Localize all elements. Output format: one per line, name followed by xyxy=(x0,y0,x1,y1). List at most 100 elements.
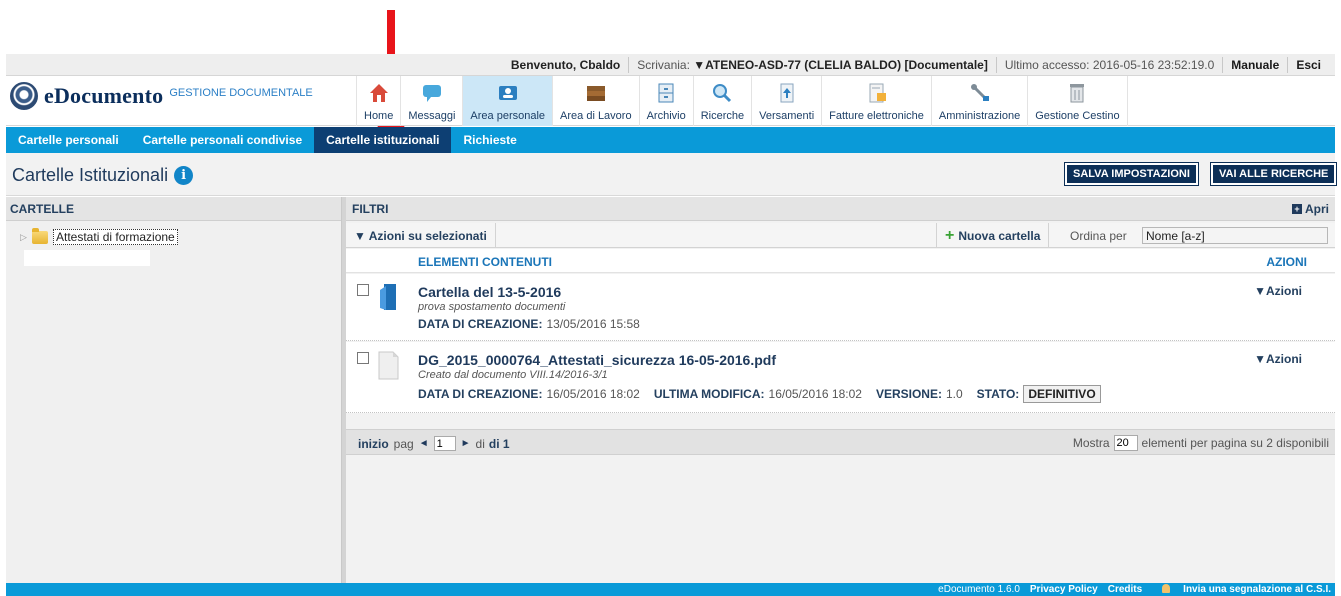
save-settings-button[interactable]: SALVA IMPOSTAZIONI xyxy=(1064,162,1199,186)
user-bar: Benvenuto, Cbaldo Scrivania: ▼ATENEO-ASD… xyxy=(6,54,1335,76)
pagination-controls: inizio pag ◄ ► di di 1 xyxy=(358,436,510,451)
desk-label: Scrivania: xyxy=(637,57,690,72)
invoice-icon xyxy=(869,83,886,103)
university-seal-icon xyxy=(10,82,38,110)
list-header: ELEMENTI CONTENUTI AZIONI xyxy=(346,249,1335,273)
item-meta: DATA DI CREAZIONE: 13/05/2016 15:58 xyxy=(418,317,654,331)
chat-bubble-icon xyxy=(422,85,441,102)
item-subtitle: Creato dal documento VIII.14/2016-3/1 xyxy=(418,369,608,381)
list-item: Cartella del 13-5-2016 prova spostamento… xyxy=(346,274,1335,341)
expand-triangle-icon[interactable]: ▷ xyxy=(20,232,32,243)
welcome-text: Benvenuto, Cbaldo xyxy=(510,57,621,72)
first-page-link[interactable]: inizio xyxy=(358,437,389,451)
module-ricerche[interactable]: Ricerche xyxy=(692,76,751,126)
item-actions-menu[interactable]: ▼Azioni xyxy=(1254,284,1302,298)
module-area-di-lavoro[interactable]: Area di Lavoro xyxy=(552,76,639,126)
app-header: eDocumento GESTIONE DOCUMENTALE Home Mes… xyxy=(6,76,1335,126)
per-page-text: elementi per pagina su 2 disponibili xyxy=(1141,436,1329,450)
report-link[interactable]: Invia una segnalazione al C.S.I. xyxy=(1152,584,1331,595)
modified-value: 16/05/2016 18:02 xyxy=(768,387,862,401)
module-messaggi[interactable]: Messaggi xyxy=(400,76,462,126)
item-checkbox[interactable] xyxy=(357,284,369,296)
new-folder-label: Nuova cartella xyxy=(958,228,1041,243)
modified-label: ULTIMA MODIFICA: xyxy=(653,387,765,401)
order-by-label: Ordina per xyxy=(1070,229,1127,243)
privacy-policy-link[interactable]: Privacy Policy xyxy=(1030,584,1098,595)
cabinet-icon xyxy=(658,83,674,103)
manual-link[interactable]: Manuale xyxy=(1222,56,1287,73)
info-icon[interactable]: i xyxy=(174,166,194,185)
created-label: DATA DI CREAZIONE: xyxy=(418,317,543,331)
created-value: 13/05/2016 15:58 xyxy=(546,317,640,331)
item-actions-menu[interactable]: ▼Azioni xyxy=(1254,352,1302,366)
filters-bar: FILTRI + Apri xyxy=(346,197,1335,221)
open-filters-button[interactable]: + Apri xyxy=(1292,202,1329,216)
green-plus-icon: + xyxy=(945,226,955,244)
tab-cartelle-personali[interactable]: Cartelle personali xyxy=(6,127,131,153)
app-logo[interactable]: eDocumento GESTIONE DOCUMENTALE xyxy=(10,82,313,110)
go-to-search-button[interactable]: VAI ALLE RICERCHE xyxy=(1209,162,1338,186)
desk-value: ▼ATENEO-ASD-77 (CLELIA BALDO) [Documenta… xyxy=(693,57,988,72)
tree-item-label[interactable]: Attestati di formazione xyxy=(53,229,178,245)
exit-link[interactable]: Esci xyxy=(1287,56,1329,73)
next-page-icon[interactable]: ► xyxy=(461,438,471,449)
module-label: Gestione Cestino xyxy=(1035,110,1120,122)
per-page-input[interactable] xyxy=(1113,435,1138,451)
magnifier-icon xyxy=(713,84,732,103)
module-label: Amministrazione xyxy=(938,110,1021,122)
tab-richieste[interactable]: Richieste xyxy=(451,127,528,153)
module-area-personale[interactable]: Area personale xyxy=(462,76,553,126)
page-title-text: Cartelle Istituzionali xyxy=(12,165,169,185)
tab-cartelle-istituzionali[interactable]: Cartelle istituzionali xyxy=(314,127,452,153)
show-label: Mostra xyxy=(1072,436,1110,450)
module-versamenti[interactable]: Versamenti xyxy=(751,76,821,126)
module-label: Area di Lavoro xyxy=(560,110,632,122)
content-pane: FILTRI + Apri ▼ Azioni su selezionati + … xyxy=(346,197,1335,583)
credits-link[interactable]: Credits xyxy=(1108,584,1142,595)
item-title[interactable]: Cartella del 13-5-2016 xyxy=(418,284,561,300)
new-folder-button[interactable]: + Nuova cartella xyxy=(936,223,1050,248)
module-amministrazione[interactable]: Amministrazione xyxy=(930,76,1027,126)
wrench-icon xyxy=(970,84,989,101)
open-filters-label: Apri xyxy=(1305,201,1329,216)
page-number-input[interactable] xyxy=(433,436,456,451)
tree-blank-row xyxy=(24,250,150,266)
module-home[interactable]: Home xyxy=(356,76,400,126)
order-by-select[interactable] xyxy=(1142,227,1328,244)
tree-item[interactable]: ▷ Attestati di formazione xyxy=(20,227,178,245)
of-label: di xyxy=(475,436,485,451)
page-title-bar: Cartelle Istituzionali i SALVA IMPOSTAZI… xyxy=(6,153,1338,196)
pagination-bar: inizio pag ◄ ► di di 1 Mostra elementi p… xyxy=(346,429,1335,455)
actions-on-selected-menu[interactable]: ▼ Azioni su selezionati xyxy=(346,223,496,248)
tab-cartelle-personali-condivise[interactable]: Cartelle personali condivise xyxy=(131,127,314,153)
module-label: Home xyxy=(364,110,394,122)
item-checkbox[interactable] xyxy=(357,352,369,364)
desk-selector[interactable]: Scrivania: ▼ATENEO-ASD-77 (CLELIA BALDO)… xyxy=(628,56,996,73)
status-badge: DEFINITIVO xyxy=(1023,385,1101,403)
module-label: Versamenti xyxy=(759,110,815,122)
actions-bar: ▼ Azioni su selezionati + Nuova cartella… xyxy=(346,223,1335,248)
folders-pane: CARTELLE ▷ Attestati di formazione xyxy=(6,197,342,583)
prev-page-icon[interactable]: ◄ xyxy=(419,438,429,449)
app-footer: eDocumento 1.6.0 Privacy Policy Credits … xyxy=(6,583,1335,596)
created-label: DATA DI CREAZIONE: xyxy=(418,387,543,401)
module-bar: Home Messaggi Area personale Area di Lav… xyxy=(356,76,1128,126)
module-fatture-elettroniche[interactable]: Fatture elettroniche xyxy=(821,76,931,126)
module-label: Ricerche xyxy=(700,110,745,122)
item-title[interactable]: DG_2015_0000764_Attestati_sicurezza 16-0… xyxy=(418,352,776,368)
module-gestione-cestino[interactable]: Gestione Cestino xyxy=(1027,76,1128,126)
trash-icon xyxy=(1070,84,1085,103)
last-access-text: Ultimo accesso: 2016-05-16 23:52:19.0 xyxy=(995,56,1222,73)
state-label: STATO: xyxy=(976,387,1020,401)
version-text: eDocumento 1.6.0 xyxy=(938,584,1020,595)
page-title: Cartelle Istituzionali i xyxy=(12,165,194,186)
sub-navigation: Cartelle personali Cartelle personali co… xyxy=(6,127,1335,153)
module-label: Messaggi xyxy=(408,110,456,122)
upload-doc-icon xyxy=(780,83,794,103)
report-link-label: Invia una segnalazione al C.S.I. xyxy=(1183,584,1331,595)
logo-name: eDocumento xyxy=(44,83,164,108)
module-label: Fatture elettroniche xyxy=(829,110,924,122)
blue-folder-icon xyxy=(380,284,396,310)
module-archivio[interactable]: Archivio xyxy=(638,76,693,126)
item-subtitle: prova spostamento documenti xyxy=(418,301,566,313)
